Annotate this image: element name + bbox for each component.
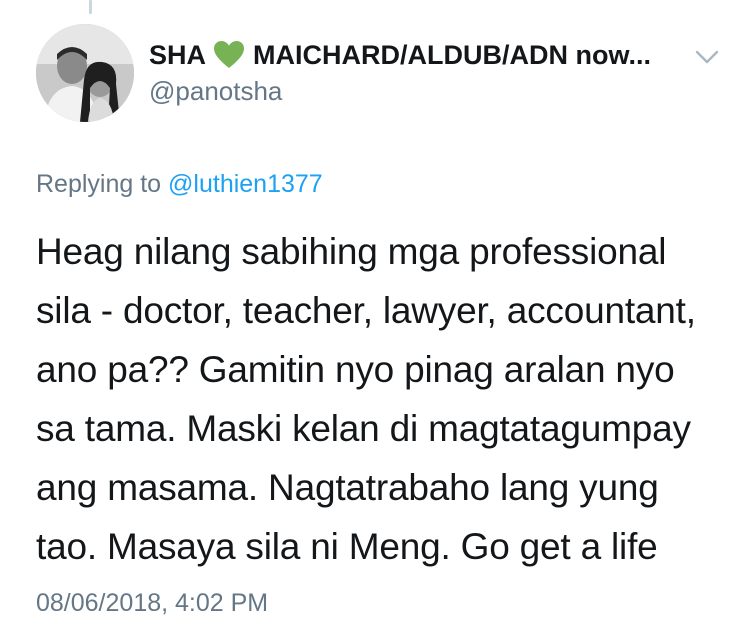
- thread-connector-line: [89, 0, 92, 14]
- avatar-photo: [36, 24, 134, 122]
- green-heart-icon: [214, 41, 245, 68]
- display-name-suffix[interactable]: MAICHARD/ALDUB/ADN now...: [253, 40, 651, 71]
- user-handle[interactable]: @panotsha: [149, 76, 689, 107]
- tweet-text-line: Heag nilang sabihing mga professional: [36, 231, 667, 272]
- tweet-text: Heag nilang sabihing mga professional si…: [36, 222, 726, 576]
- tweet-text-line: tao. Masaya sila ni Meng. Go get a life: [36, 526, 658, 567]
- display-name[interactable]: SHA: [149, 40, 206, 71]
- replying-to: Replying to @luthien1377: [36, 170, 323, 199]
- avatar[interactable]: [36, 24, 134, 122]
- replying-prefix: Replying to: [36, 170, 162, 198]
- tweet-text-line: sa tama. Maski kelan di magtatagumpay: [36, 408, 691, 449]
- tweet-text-line: ang masama. Nagtatrabaho lang yung: [36, 467, 659, 508]
- chevron-down-icon[interactable]: [694, 48, 720, 66]
- replying-mention-link[interactable]: @luthien1377: [168, 170, 323, 198]
- tweet-text-line: sila - doctor, teacher, lawyer, accounta…: [36, 290, 696, 331]
- tweet-text-line: ano pa?? Gamitin nyo pinag aralan nyo: [36, 349, 675, 390]
- tweet-timestamp[interactable]: 08/06/2018, 4:02 PM: [36, 589, 268, 618]
- display-name-row[interactable]: SHA MAICHARD/ALDUB/ADN now...: [149, 36, 689, 74]
- tweet-header: SHA MAICHARD/ALDUB/ADN now... @panotsha: [149, 36, 689, 107]
